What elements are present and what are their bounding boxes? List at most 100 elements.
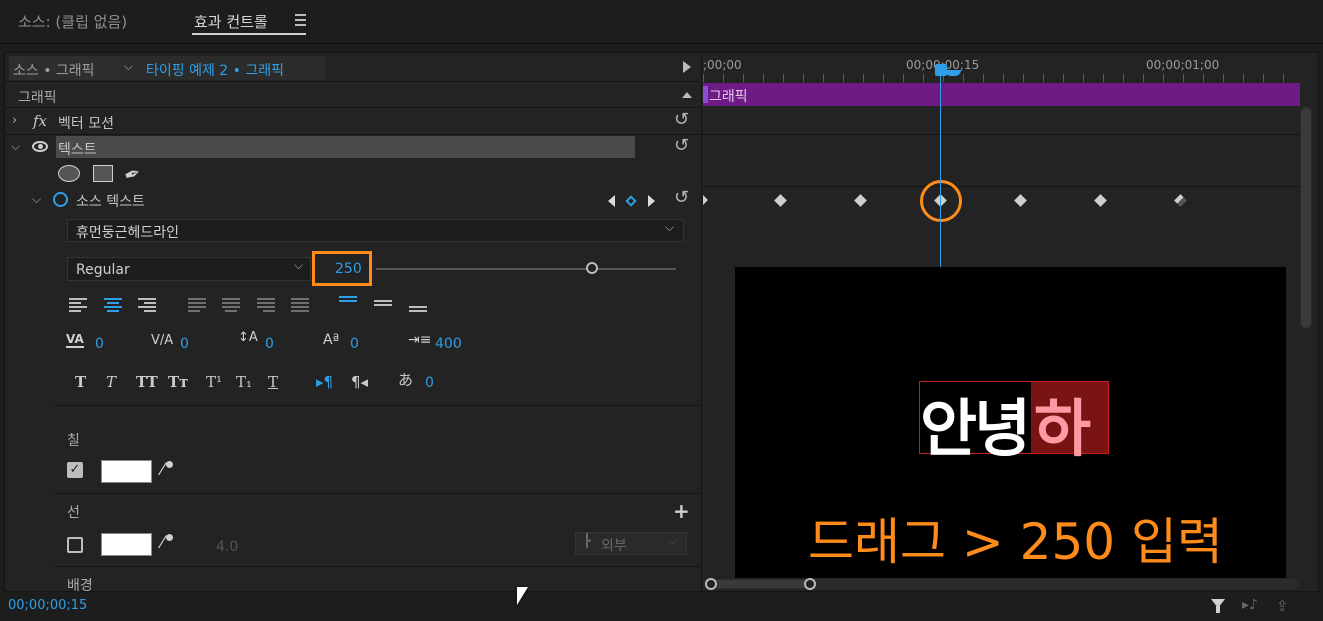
stroke-color-swatch[interactable] (101, 533, 152, 556)
chevron-down-icon[interactable]: ⌵ (294, 258, 303, 273)
add-stroke-icon[interactable]: + (673, 499, 690, 523)
collapse-chevron-icon[interactable]: ⌵ (32, 192, 41, 207)
text-layer-label[interactable]: 텍스트 (58, 139, 97, 159)
sequence-label[interactable]: 타이핑 예제 2 • 그래픽 (146, 60, 284, 80)
tab-source[interactable]: 소스: (클립 없음) (18, 11, 127, 32)
eyedropper-icon[interactable]: ⁄ (161, 533, 164, 553)
reset-icon[interactable]: ↺ (674, 187, 689, 208)
eyedropper-tip-icon (166, 534, 173, 541)
all-caps-icon[interactable]: TT (136, 373, 158, 391)
kerning-icon: V/A (151, 333, 174, 348)
reset-icon[interactable]: ↺ (674, 109, 689, 130)
divider (55, 405, 700, 406)
fill-checkbox[interactable]: ✓ (67, 462, 83, 478)
time-ruler[interactable] (703, 74, 1300, 82)
stroke-position-value[interactable]: 외부 (601, 535, 627, 555)
vertical-scrollbar-thumb[interactable] (1301, 108, 1311, 328)
playhead-line (940, 64, 941, 267)
keyframe-highlight-circle (920, 180, 962, 222)
ltr-text-icon[interactable]: ▸¶ (316, 373, 333, 391)
tab-effect-controls[interactable]: 효과 컨트롤 (194, 11, 268, 32)
zoom-handle-right[interactable] (804, 578, 816, 590)
next-keyframe-icon[interactable] (648, 195, 655, 207)
leading-icon: ↕A (238, 330, 258, 345)
rectangle-tool-icon[interactable] (93, 165, 113, 182)
collapse-up-icon[interactable] (682, 92, 692, 98)
zoom-scrollbar-thumb[interactable] (711, 580, 809, 588)
kerning-value[interactable]: 0 (180, 336, 189, 352)
leading-value[interactable]: 0 (265, 336, 274, 352)
small-caps-icon[interactable]: Tт (168, 373, 188, 391)
play-triangle-icon[interactable] (683, 61, 691, 73)
hamburger-icon[interactable] (295, 14, 306, 26)
subscript-icon[interactable]: T₁ (236, 373, 252, 391)
font-family-value[interactable]: 휴먼둥근헤드라인 (76, 222, 179, 242)
justify-all-icon[interactable] (291, 298, 311, 314)
fx-icon: fx (33, 112, 48, 130)
filter-stem-icon (1216, 606, 1220, 613)
export-icon[interactable]: ⇪ (1276, 597, 1289, 615)
rtl-text-icon[interactable]: ¶◂ (351, 373, 368, 391)
text-layer-row[interactable] (56, 136, 635, 158)
faux-italic-icon[interactable]: T (106, 373, 116, 391)
divider (55, 566, 700, 567)
font-size-slider-thumb[interactable] (586, 262, 598, 274)
preview-text-pink: 하 (1034, 392, 1092, 465)
chevron-down-icon[interactable]: ⌵ (665, 220, 674, 235)
graphic-clip-bar[interactable] (703, 83, 1300, 106)
zoom-handle-left[interactable] (705, 578, 717, 590)
baseline-value[interactable]: 0 (350, 336, 359, 352)
keyframe-edge-icon[interactable] (703, 195, 708, 205)
source-text-label: 소스 텍스트 (76, 194, 145, 210)
tab-width-value[interactable]: 400 (435, 336, 462, 352)
collapse-chevron-icon[interactable]: ⌵ (11, 139, 20, 154)
faux-bold-icon[interactable]: T (75, 373, 86, 391)
align-right-icon[interactable] (138, 298, 158, 314)
align-bottom-icon[interactable] (409, 306, 429, 322)
footer-timecode[interactable]: 00;00;00;15 (8, 598, 87, 613)
baseline-shift-icon: Aª (323, 332, 340, 348)
justify-last-left-icon[interactable] (188, 298, 208, 314)
graphic-clip-label[interactable]: 그래픽 (709, 86, 748, 106)
ellipse-tool-icon[interactable] (58, 165, 80, 182)
align-middle-icon[interactable] (374, 300, 394, 316)
tracking-value[interactable]: 0 (95, 336, 104, 352)
prev-keyframe-icon[interactable] (608, 195, 615, 207)
timecode-end: 00;00;01;00 (1146, 58, 1220, 72)
stroke-checkbox[interactable] (67, 537, 83, 553)
expand-chevron-icon[interactable]: › (12, 113, 17, 128)
stroke-width-value[interactable]: 4.0 (216, 539, 238, 555)
chevron-down-icon[interactable]: ⌵ (124, 59, 133, 74)
reset-icon[interactable]: ↺ (674, 135, 689, 156)
align-top-icon[interactable] (339, 296, 359, 312)
font-size-slider-track[interactable] (376, 268, 676, 270)
chevron-down-icon[interactable]: ⌵ (668, 533, 677, 548)
justify-last-center-icon[interactable] (222, 298, 242, 314)
preview-text-white: 안녕 (920, 392, 1031, 465)
superscript-icon[interactable]: T¹ (206, 373, 222, 391)
underline-icon[interactable]: T (268, 373, 278, 391)
divider (5, 81, 700, 82)
eye-icon[interactable] (32, 141, 48, 152)
tab-width-icon: ⇥≡ (408, 332, 432, 348)
tsume-value[interactable]: 0 (425, 375, 434, 391)
font-style-value[interactable]: Regular (76, 262, 130, 278)
tab-underline (192, 33, 306, 35)
tsume-icon: あ (398, 371, 414, 389)
annotation-text: 드래그 > 250 입력 (808, 513, 1224, 571)
divider (702, 186, 1300, 187)
stopwatch-icon[interactable] (53, 192, 68, 207)
clip-start-marker (703, 86, 708, 103)
timecode-start: ;00;00 (703, 58, 742, 72)
eyedropper-icon[interactable]: ⁄ (161, 460, 164, 480)
justify-last-right-icon[interactable] (257, 298, 277, 314)
align-center-icon[interactable] (104, 298, 124, 314)
stroke-position-icon: ┣ (583, 534, 591, 549)
footer-bar (0, 592, 1323, 621)
play-audio-icon[interactable]: ▸♪ (1242, 597, 1258, 613)
graphics-section-label: 그래픽 (18, 90, 57, 106)
align-left-icon[interactable] (69, 298, 89, 314)
fill-color-swatch[interactable] (101, 460, 152, 483)
font-size-value[interactable]: 250 (335, 261, 362, 277)
divider (5, 107, 700, 108)
